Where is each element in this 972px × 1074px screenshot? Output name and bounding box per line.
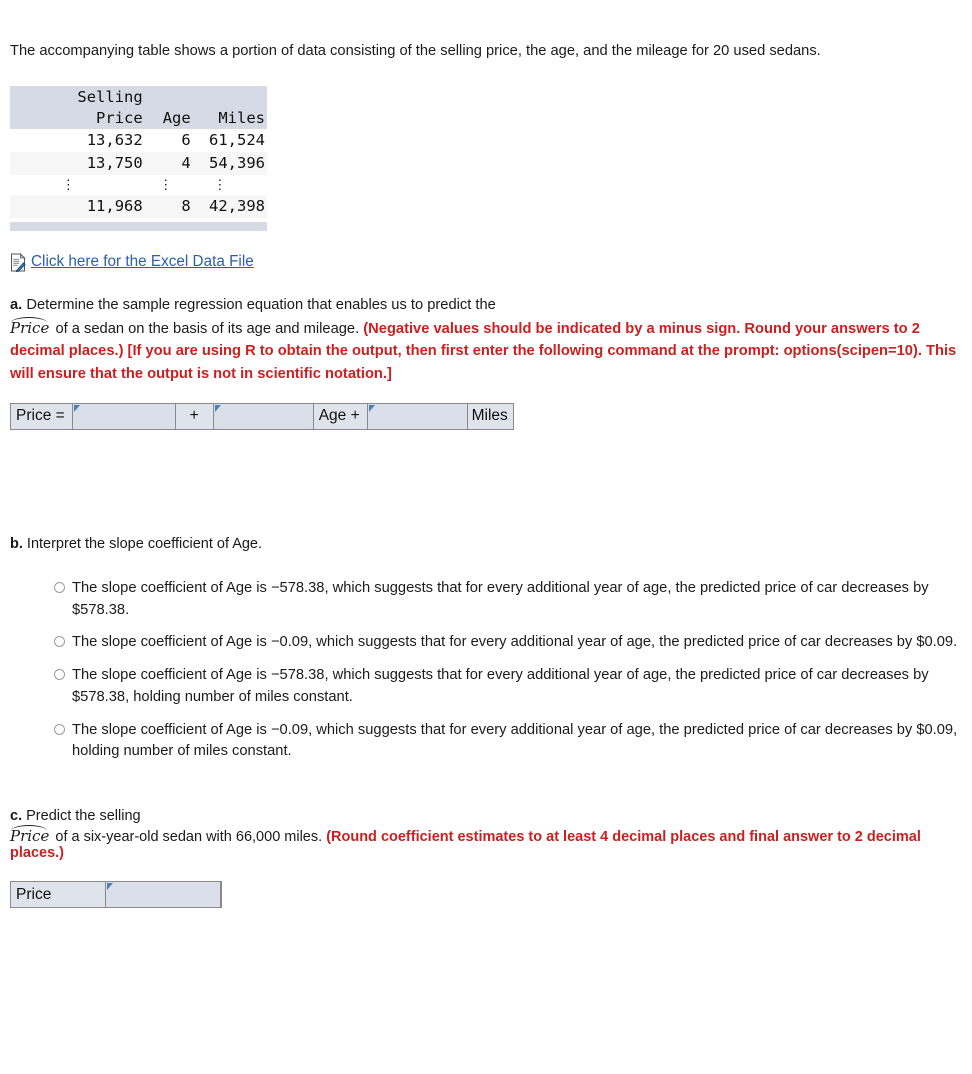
part-b-options: The slope coefficient of Age is −578.38,…: [10, 578, 962, 763]
header-age: Age: [146, 86, 195, 130]
cell-miles-ellipsis: ⋮: [194, 175, 267, 195]
part-b-block: b. Interpret the slope coefficient of Ag…: [10, 536, 962, 552]
part-a-line2: Price of a sedan on the basis of its age…: [10, 316, 962, 385]
cell-price: 13,750: [10, 152, 147, 176]
cell-age: 6: [146, 129, 195, 153]
header-selling-price-line2: Price: [96, 108, 143, 127]
radio-button-option-4[interactable]: [54, 723, 65, 735]
cell-price-ellipsis: ⋮: [10, 175, 147, 195]
option-label-4: The slope coefficient of Age is −0.09, w…: [72, 721, 958, 760]
table-row-ellipsis: ⋮ ⋮ ⋮: [10, 175, 267, 195]
option-row[interactable]: The slope coefficient of Age is −578.38,…: [54, 665, 962, 709]
table-row: 11,968 8 42,398: [10, 194, 267, 218]
part-c-line2: Price of a six-year-old sedan with 66,00…: [10, 825, 962, 861]
predicted-price-input-cell[interactable]: [105, 882, 221, 908]
age-coefficient-input[interactable]: [213, 403, 313, 429]
used-sedans-data-table: Selling Price Age Miles 13,632 6 61,524 …: [10, 86, 267, 218]
cell-miles: 42,398: [194, 194, 267, 218]
cell-price: 11,968: [10, 194, 147, 218]
intercept-input[interactable]: [72, 403, 175, 429]
age-coefficient-input-cell[interactable]: [212, 403, 314, 429]
header-miles: Miles: [194, 86, 267, 130]
price-hat-symbol: Price: [10, 825, 49, 845]
option-label-1: The slope coefficient of Age is −578.38,…: [72, 579, 929, 618]
part-c-block: c. Predict the selling Price of a six-ye…: [10, 808, 962, 861]
cell-age: 4: [146, 152, 195, 176]
data-table-container: Selling Price Age Miles 13,632 6 61,524 …: [10, 86, 267, 231]
cell-age-ellipsis: ⋮: [146, 175, 195, 195]
cell-miles: 61,524: [194, 129, 267, 153]
cell-age: 8: [146, 194, 195, 218]
part-a-label: a.: [10, 296, 23, 313]
option-label-2: The slope coefficient of Age is −0.09, w…: [72, 634, 958, 651]
predicted-price-input[interactable]: [106, 882, 220, 908]
intercept-input-cell[interactable]: [71, 403, 176, 429]
part-c-line1: c. Predict the selling: [10, 808, 962, 824]
part-c-answer-bar[interactable]: Price: [10, 881, 222, 909]
table-row: 13,632 6 61,524: [10, 129, 267, 153]
header-selling-price-line1: Selling: [77, 88, 143, 107]
cell-miles: 54,396: [194, 152, 267, 176]
cell-price: 13,632: [10, 129, 147, 153]
option-row[interactable]: The slope coefficient of Age is −0.09, w…: [54, 632, 962, 654]
plus-sign-1: +: [175, 403, 213, 429]
header-selling-price: Selling Price: [10, 86, 147, 130]
price-label: Price: [16, 885, 52, 903]
part-b-question-text: Interpret the slope coefficient of Age.: [26, 535, 263, 552]
miles-label: Miles: [467, 403, 513, 429]
part-b-line1: b. Interpret the slope coefficient of Ag…: [10, 536, 962, 552]
excel-file-icon: [10, 252, 27, 272]
miles-coefficient-input[interactable]: [367, 403, 467, 429]
miles-coefficient-input-cell[interactable]: [366, 403, 468, 429]
price-equals-label: Price =: [11, 403, 72, 429]
table-row: 13,750 4 54,396: [10, 152, 267, 176]
intro-paragraph: The accompanying table shows a portion o…: [10, 43, 821, 59]
part-c-label: c.: [10, 808, 23, 825]
excel-data-file-row[interactable]: Click here for the Excel Data File: [10, 252, 962, 272]
table-header-row: Selling Price Age Miles: [10, 86, 267, 130]
option-label-3: The slope coefficient of Age is −578.38,…: [72, 667, 929, 705]
part-a-answer-bar[interactable]: Price = + Age + Miles: [10, 402, 514, 430]
part-a-line2-plain: of a sedan on the basis of its age and m…: [55, 320, 360, 337]
radio-button-option-1[interactable]: [54, 581, 65, 593]
excel-data-file-link[interactable]: Click here for the Excel Data File: [31, 253, 254, 271]
option-row[interactable]: The slope coefficient of Age is −0.09, w…: [54, 720, 962, 764]
age-plus-label: Age +: [313, 403, 367, 429]
part-a-block: a. Determine the sample regression equat…: [10, 294, 962, 385]
part-a-line1: a. Determine the sample regression equat…: [10, 294, 962, 316]
part-a-question-text: Determine the sample regression equation…: [26, 296, 496, 313]
radio-button-option-3[interactable]: [54, 669, 65, 681]
part-c-question-text: Predict the selling: [26, 808, 141, 825]
part-c-line2-plain: of a six-year-old sedan with 66,000 mile…: [55, 829, 323, 846]
question-page: The accompanying table shows a portion o…: [0, 0, 972, 909]
part-b-label: b.: [10, 535, 23, 552]
radio-button-option-2[interactable]: [54, 636, 65, 648]
price-hat-symbol: Price: [10, 316, 49, 337]
table-footer-bar: [10, 221, 267, 231]
option-row[interactable]: The slope coefficient of Age is −578.38,…: [54, 578, 962, 622]
